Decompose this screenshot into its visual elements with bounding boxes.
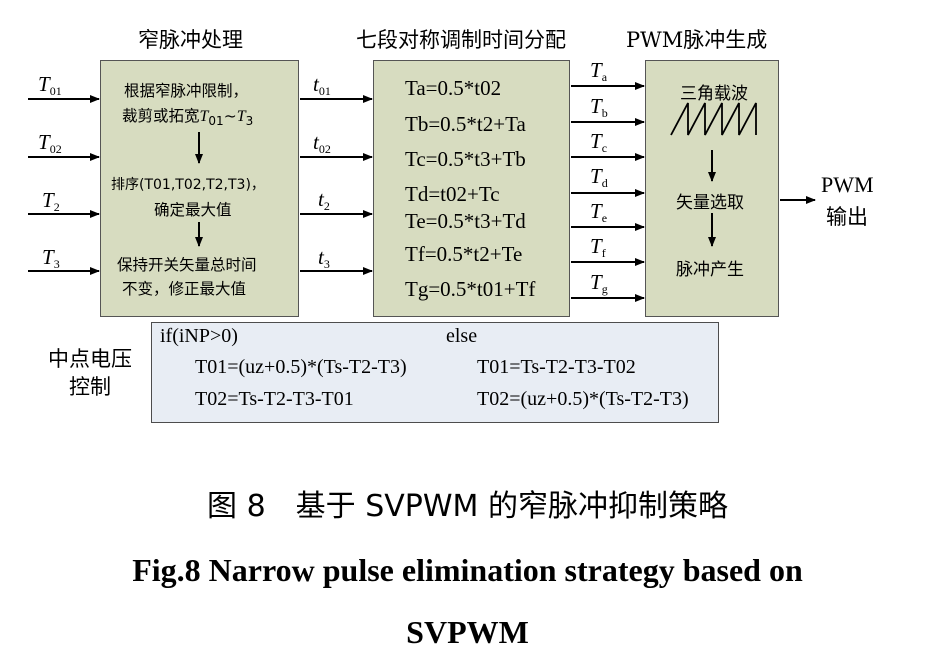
carrier-label: 三角载波 bbox=[680, 84, 748, 104]
step2-line2: 确定最大值 bbox=[154, 201, 232, 219]
mid-label-t02: t02 bbox=[313, 130, 331, 156]
select-label: 矢量选取 bbox=[676, 193, 744, 213]
time-label-f: Tf bbox=[590, 234, 606, 260]
input-label-t02: T02 bbox=[38, 130, 62, 156]
step1-line2: 裁剪或拓宽T01~T3 bbox=[122, 107, 254, 128]
if-equation-1: T01=(uz+0.5)*(Ts-T2-T3) bbox=[195, 356, 407, 378]
if-condition: if(iNP>0) bbox=[160, 325, 238, 347]
equation-ta: Ta=0.5*t02 bbox=[405, 76, 502, 100]
equation-tf: Tf=0.5*t2+Te bbox=[405, 242, 523, 266]
step3-line2: 不变，修正最大值 bbox=[122, 280, 247, 298]
else-equation-1: T01=Ts-T2-T3-T02 bbox=[477, 356, 636, 378]
input-label-t3: T3 bbox=[42, 245, 60, 271]
else-keyword: else bbox=[446, 325, 478, 347]
step1-line1: 根据窄脉冲限制， bbox=[124, 82, 249, 100]
equation-te: Te=0.5*t3+Td bbox=[405, 209, 526, 233]
step3-line1: 保持开关矢量总时间 bbox=[117, 256, 257, 274]
generate-label: 脉冲产生 bbox=[676, 260, 744, 280]
equation-tb: Tb=0.5*t2+Ta bbox=[405, 112, 526, 136]
time-label-c: Tc bbox=[590, 129, 608, 155]
control-label-line2: 控制 bbox=[69, 375, 111, 399]
equation-td: Td=t02+Tc bbox=[405, 182, 500, 206]
control-label-line1: 中点电压 bbox=[48, 347, 132, 371]
output-label-line2: 输出 bbox=[826, 205, 868, 229]
output-label-line1: PWM bbox=[821, 172, 874, 197]
equation-tc: Tc=0.5*t3+Tb bbox=[405, 147, 526, 171]
else-equation-2: T02=(uz+0.5)*(Ts-T2-T3) bbox=[477, 388, 689, 410]
time-label-a: Ta bbox=[590, 58, 608, 84]
caption-english-line1: Fig.8 Narrow pulse elimination strategy … bbox=[132, 552, 803, 588]
mid-label-t2: t2 bbox=[318, 187, 330, 213]
time-label-g: Tg bbox=[590, 270, 608, 296]
mid-label-t3: t3 bbox=[318, 245, 330, 271]
time-label-e: Te bbox=[590, 199, 608, 225]
step2-line1: 排序(T01,T02,T2,T3)， bbox=[111, 177, 265, 193]
time-label-d: Td bbox=[590, 164, 608, 190]
mid-label-t01: t01 bbox=[313, 72, 331, 98]
equation-tg: Tg=0.5*t01+Tf bbox=[405, 277, 536, 301]
caption-chinese: 图 8 基于 SVPWM 的窄脉冲抑制策略 bbox=[207, 489, 728, 524]
time-label-b: Tb bbox=[590, 94, 608, 120]
caption-english-line2: SVPWM bbox=[406, 614, 529, 650]
input-label-t2: T2 bbox=[42, 188, 60, 214]
if-equation-2: T02=Ts-T2-T3-T01 bbox=[195, 388, 354, 410]
input-label-t01: T01 bbox=[38, 72, 62, 98]
sawtooth-waveform bbox=[670, 102, 757, 136]
